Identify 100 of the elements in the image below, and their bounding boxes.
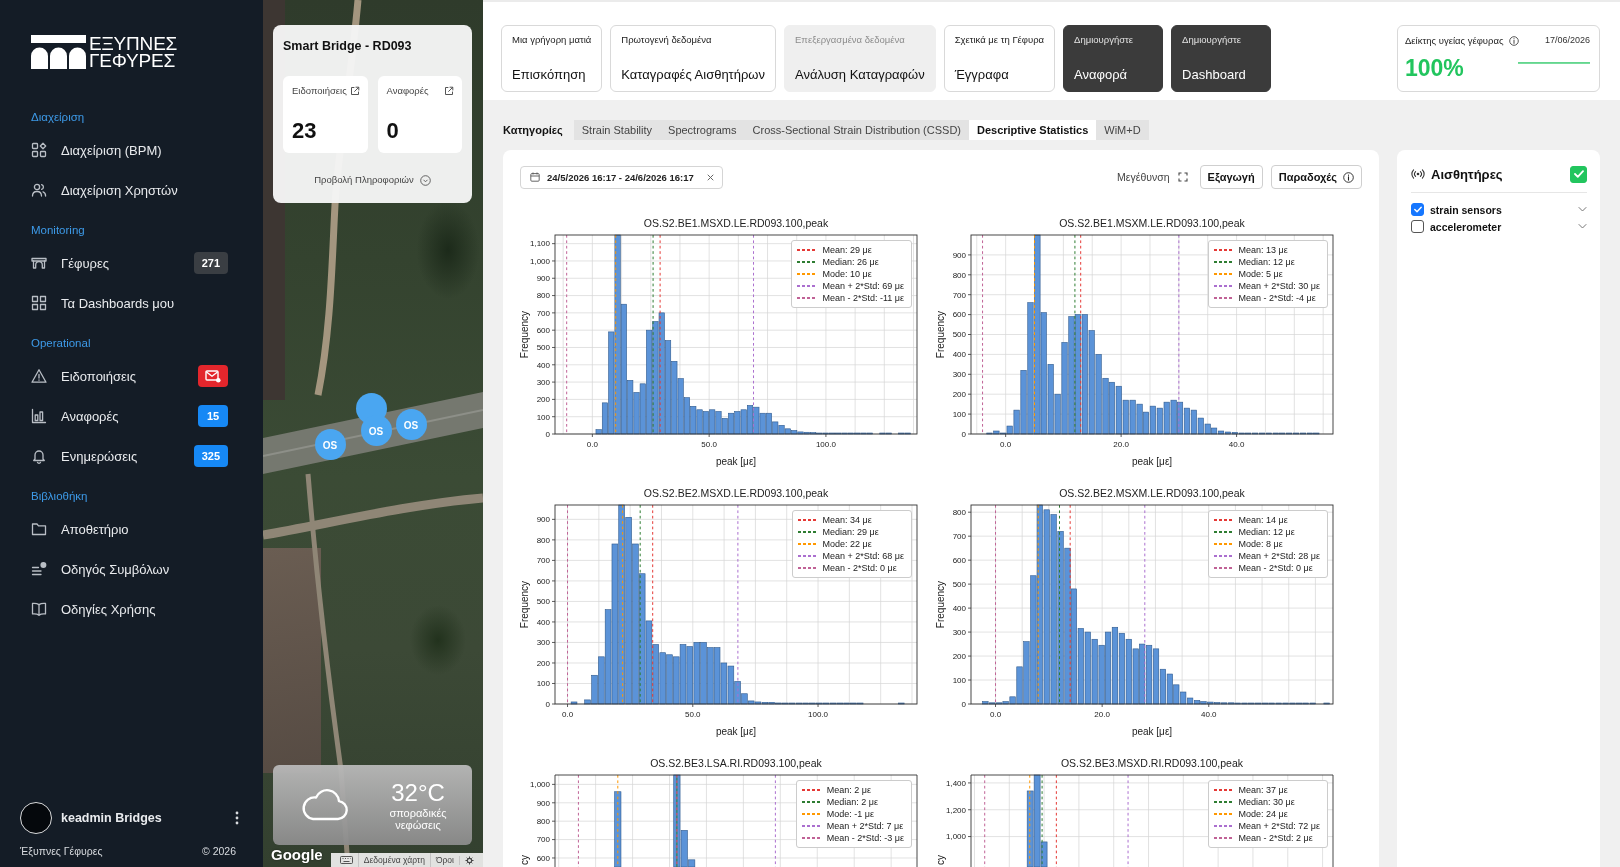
chart-title: OS.S2.BE2.MSXM.LE.RD093.100,peak — [1059, 487, 1245, 499]
legend-label: Mean - 2*Std: -4 με — [1238, 292, 1316, 304]
tick-label: 600 — [952, 310, 966, 320]
tick-label: 500 — [952, 330, 966, 340]
tabs-label: Κατηγορίες — [503, 124, 563, 136]
tick-label: 40.0 — [1201, 710, 1217, 719]
tick-label: 700 — [952, 531, 966, 541]
stat-label: Ειδοποιήσεις — [292, 85, 347, 96]
tick-label: 300 — [536, 377, 550, 387]
axis-label: peak [με] — [715, 456, 757, 467]
chart-title: OS.S2.BE2.MSXD.LE.RD093.100,peak — [643, 487, 829, 499]
section-title: Βιβλιοθήκη — [31, 489, 88, 504]
tick-label: 200 — [536, 658, 550, 668]
tick-label: 0 — [961, 699, 966, 709]
map-logo: Google — [271, 846, 323, 863]
axis-label: peak [με] — [1131, 726, 1173, 737]
tick-label: 50.0 — [701, 440, 717, 449]
tick-label: 1,400 — [945, 778, 966, 788]
legend-label: Median: 12 με — [1238, 256, 1295, 268]
copyright-text: © 2026 — [202, 845, 236, 857]
tick-label: 200 — [952, 390, 966, 399]
health-value: 100% — [1405, 55, 1464, 81]
axis-label: Frequency — [519, 310, 530, 359]
tick-label: 50.0 — [685, 710, 701, 719]
legend-label: Median: 30 με — [1238, 796, 1295, 808]
tick-label: 1,200 — [945, 805, 966, 815]
legend-label: Mean - 2*Std: -3 με — [826, 832, 904, 844]
axis-label: peak [με] — [715, 726, 757, 737]
tick-label: 300 — [952, 370, 966, 380]
tick-label: 600 — [536, 853, 550, 863]
tick-label: 0.0 — [1000, 440, 1012, 449]
legend-label: Mean: 37 με — [1238, 784, 1288, 796]
tick-label: 900 — [536, 798, 550, 808]
legend-label: Mode: 8 με — [1238, 538, 1283, 550]
legend-label: Mode: 5 με — [1238, 268, 1283, 280]
tick-label: 0.0 — [586, 440, 598, 449]
legend-label: Mean: 14 με — [1238, 514, 1288, 526]
tick-label: 700 — [536, 556, 550, 566]
legend-label: Mode: 24 με — [1238, 808, 1288, 820]
tick-label: 700 — [536, 835, 550, 845]
axis-label: Frequency — [935, 310, 946, 359]
axis-label: cy — [935, 855, 946, 865]
tick-label: 0 — [545, 429, 550, 439]
sensor-label: accelerometer — [1430, 220, 1503, 233]
stat-value: 23 — [292, 119, 318, 143]
legend-label: Mean - 2*Std: -11 με — [822, 292, 904, 304]
tick-label: 200 — [536, 395, 550, 405]
date-label: 17/06/2026 — [1544, 35, 1590, 45]
stat-value: 0 — [386, 119, 400, 143]
tick-label: 1,100 — [529, 239, 550, 249]
axis-label: peak [με] — [1131, 456, 1173, 467]
legend-label: Median: 29 με — [822, 526, 879, 538]
tick-label: 20.0 — [1113, 440, 1129, 449]
bridge-title: Smart Bridge - RD093 — [283, 38, 413, 54]
count-badge: 271 — [193, 252, 228, 274]
tick-label: 800 — [536, 291, 550, 301]
legend-label: Mean - 2*Std: 2 με — [1238, 832, 1313, 844]
chart-title: OS.S2.BE1.MSXD.LE.RD093.100,peak — [643, 217, 829, 229]
tick-label: 700 — [952, 290, 966, 300]
chart-title: OS.S2.BE3.MSXD.RI.RD093.100,peak — [1060, 757, 1244, 769]
user-name: keadmin Bridges — [61, 811, 163, 825]
tick-label: 700 — [536, 308, 550, 318]
legend-label: Mean + 2*Std: 72 με — [1238, 820, 1320, 832]
tick-label: 800 — [536, 535, 550, 545]
temperature: 32°C — [391, 779, 445, 807]
legend-label: Mean: 34 με — [822, 514, 872, 526]
tick-label: 100 — [536, 412, 550, 422]
logo-text: ΓΕΦΥΡΕΣ — [89, 52, 177, 69]
footer-text: Έξυπνες Γέφυρες — [20, 845, 103, 857]
tick-label: 100.0 — [815, 440, 836, 449]
axis-label: cy — [519, 855, 530, 865]
tick-label: 600 — [952, 555, 966, 565]
chart-title: OS.S2.BE1.MSXM.LE.RD093.100,peak — [1059, 217, 1245, 229]
tick-label: 800 — [952, 270, 966, 280]
axis-label: Frequency — [519, 580, 530, 629]
section-title: Monitoring — [31, 223, 85, 238]
legend-label: Mean - 2*Std: 0 με — [1238, 562, 1313, 574]
legend-label: Mean: 2 με — [826, 784, 871, 796]
sensor-label: strain sensors — [1430, 203, 1503, 216]
section-title: Διαχείριση — [31, 110, 85, 125]
legend-label: Mean + 2*Std: 69 με — [822, 280, 904, 292]
tick-label: 1,000 — [529, 256, 550, 266]
legend-label: Median: 26 με — [822, 256, 879, 268]
count-badge: 15 — [198, 405, 228, 427]
legend-label: Mode: -1 με — [826, 808, 874, 820]
panel-title: Αισθητήρες — [1431, 166, 1504, 182]
legend-label: Mean - 2*Std: 0 με — [822, 562, 897, 574]
count-badge: 325 — [193, 445, 228, 467]
tick-label: 20.0 — [1094, 710, 1110, 719]
tick-label: 400 — [952, 350, 966, 360]
legend-label: Mean: 29 με — [822, 244, 872, 256]
tick-label: 500 — [536, 343, 550, 353]
tick-label: 500 — [952, 579, 966, 589]
tick-label: 1,000 — [529, 780, 550, 790]
tick-label: 0 — [961, 429, 966, 439]
legend-label: Median: 2 με — [826, 796, 878, 808]
tick-label: 900 — [952, 250, 966, 260]
tick-label: 100.0 — [808, 710, 829, 719]
tick-label: 900 — [536, 274, 550, 284]
legend-label: Mean + 2*Std: 68 με — [822, 550, 904, 562]
